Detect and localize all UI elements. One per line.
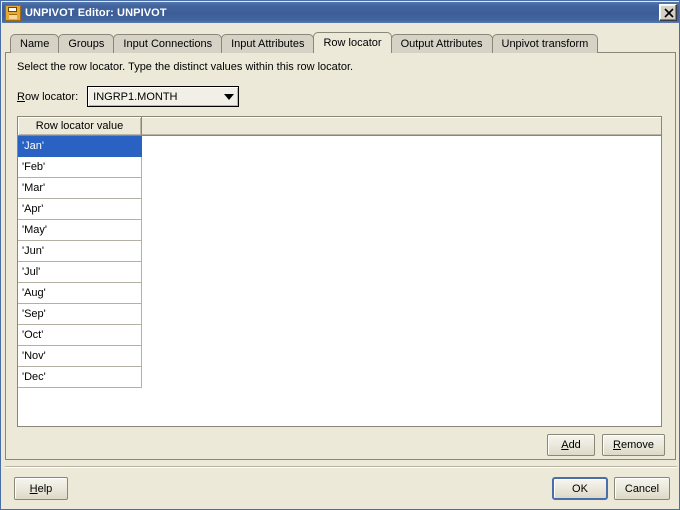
table-body: 'Jan' 'Feb' 'Mar' 'Apr' 'May' 'Jun' xyxy=(18,136,661,426)
row-locator-select[interactable]: INGRP1.MONTH xyxy=(87,86,239,107)
close-button[interactable] xyxy=(659,4,677,21)
column-header-filler xyxy=(142,117,661,135)
tab-output-attributes[interactable]: Output Attributes xyxy=(391,34,493,53)
tab-label: Output Attributes xyxy=(401,38,483,50)
remove-button[interactable]: Remove xyxy=(602,434,665,456)
unpivot-editor-window: UNPIVOT Editor: UNPIVOT Name Groups Inpu… xyxy=(0,0,680,510)
remove-button-label-rest: emove xyxy=(621,439,654,451)
tab-name[interactable]: Name xyxy=(10,34,59,53)
table-header-row: Row locator value xyxy=(18,117,661,136)
tab-label: Name xyxy=(20,38,49,50)
table-row[interactable]: 'Nov' xyxy=(18,346,661,367)
tab-unpivot-transform[interactable]: Unpivot transform xyxy=(492,34,599,53)
ok-button[interactable]: OK xyxy=(552,477,608,500)
row-locator-value-table: Row locator value 'Jan' 'Feb' 'Mar' 'Apr… xyxy=(17,116,662,427)
table-row[interactable]: 'Aug' xyxy=(18,283,661,304)
help-button[interactable]: Help xyxy=(14,477,68,500)
table-row[interactable]: 'Sep' xyxy=(18,304,661,325)
cell-row-locator-value: 'Jun' xyxy=(18,241,142,262)
row-locator-label-mnemonic: R xyxy=(17,91,25,103)
cell-row-locator-value: 'Oct' xyxy=(18,325,142,346)
tab-input-attributes[interactable]: Input Attributes xyxy=(221,34,314,53)
row-locator-panel: Select the row locator. Type the distinc… xyxy=(5,52,676,460)
row-locator-selected-value: INGRP1.MONTH xyxy=(93,91,220,103)
column-header-row-locator-value[interactable]: Row locator value xyxy=(18,117,142,135)
table-row[interactable]: 'Oct' xyxy=(18,325,661,346)
tab-label: Row locator xyxy=(323,37,381,49)
table-row[interactable]: 'Jun' xyxy=(18,241,661,262)
table-row[interactable]: 'Jul' xyxy=(18,262,661,283)
tab-label: Groups xyxy=(68,38,104,50)
cell-row-locator-value: 'Nov' xyxy=(18,346,142,367)
table-row[interactable]: 'Apr' xyxy=(18,199,661,220)
cell-row-locator-value: 'Apr' xyxy=(18,199,142,220)
row-locator-label-rest: ow locator: xyxy=(25,91,78,103)
add-button-label-rest: dd xyxy=(569,439,581,451)
tab-label: Unpivot transform xyxy=(502,38,589,50)
tab-groups[interactable]: Groups xyxy=(58,34,114,53)
cell-row-locator-value: 'Jul' xyxy=(18,262,142,283)
chevron-down-icon xyxy=(224,94,234,100)
cell-row-locator-value: 'Mar' xyxy=(18,178,142,199)
instruction-text: Select the row locator. Type the distinc… xyxy=(17,61,353,73)
add-button[interactable]: Add xyxy=(547,434,595,456)
tab-strip: Name Groups Input Connections Input Attr… xyxy=(10,32,597,53)
cell-row-locator-value: 'Dec' xyxy=(18,367,142,388)
row-locator-label: Row locator: xyxy=(17,91,78,103)
window-title: UNPIVOT Editor: UNPIVOT xyxy=(25,7,167,19)
cancel-button[interactable]: Cancel xyxy=(614,477,670,500)
title-bar: UNPIVOT Editor: UNPIVOT xyxy=(2,2,680,23)
cell-row-locator-value: 'Aug' xyxy=(18,283,142,304)
close-icon xyxy=(664,8,674,18)
cell-row-locator-value: 'May' xyxy=(18,220,142,241)
tab-input-connections[interactable]: Input Connections xyxy=(113,34,222,53)
table-row[interactable]: 'May' xyxy=(18,220,661,241)
add-button-mnemonic: A xyxy=(561,439,568,451)
cell-row-locator-value: 'Feb' xyxy=(18,157,142,178)
table-row[interactable]: 'Jan' xyxy=(18,136,661,157)
save-floppy-icon xyxy=(5,5,21,21)
remove-button-mnemonic: R xyxy=(613,439,621,451)
cell-row-locator-value: 'Sep' xyxy=(18,304,142,325)
tab-label: Input Attributes xyxy=(231,38,304,50)
table-row[interactable]: 'Feb' xyxy=(18,157,661,178)
dialog-footer: Help OK Cancel xyxy=(1,472,680,510)
table-row[interactable]: 'Dec' xyxy=(18,367,661,388)
row-locator-field-group: Row locator: INGRP1.MONTH xyxy=(17,86,239,107)
cell-row-locator-value: 'Jan' xyxy=(18,136,142,157)
tab-row-locator[interactable]: Row locator xyxy=(313,32,391,53)
help-button-label-rest: elp xyxy=(38,483,53,495)
help-button-mnemonic: H xyxy=(30,483,38,495)
table-row[interactable]: 'Mar' xyxy=(18,178,661,199)
table-action-buttons: Add Remove xyxy=(547,434,665,456)
tab-label: Input Connections xyxy=(123,38,212,50)
footer-divider xyxy=(5,466,677,468)
